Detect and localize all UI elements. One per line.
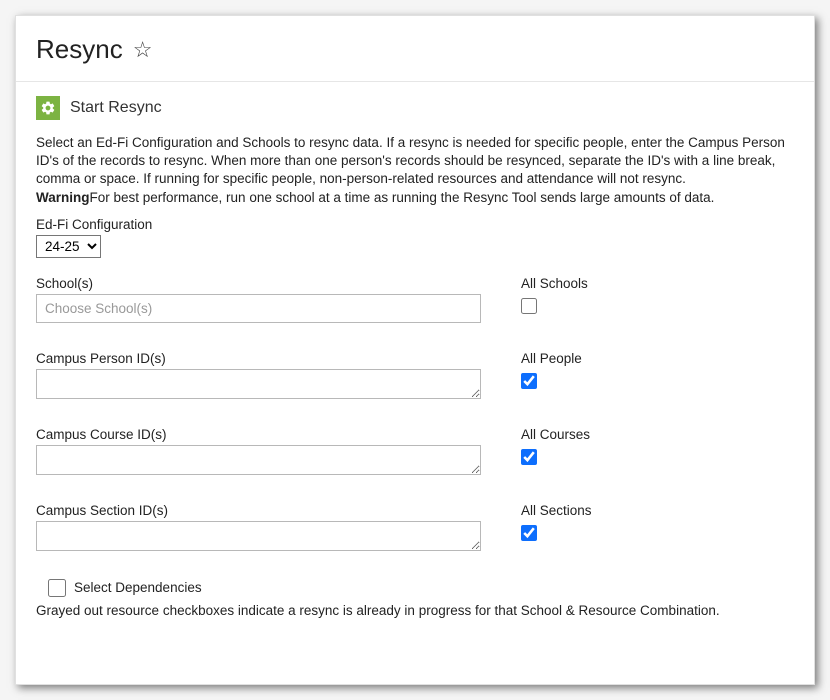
section-label: Campus Section ID(s) bbox=[36, 503, 481, 518]
dependencies-row: Select Dependencies bbox=[48, 579, 794, 597]
person-label: Campus Person ID(s) bbox=[36, 351, 481, 366]
schools-label: School(s) bbox=[36, 276, 481, 291]
description-plain: Select an Ed-Fi Configuration and School… bbox=[36, 135, 785, 186]
warning-label: Warning bbox=[36, 190, 90, 205]
all-schools-label: All Schools bbox=[521, 276, 588, 291]
all-courses-checkbox[interactable] bbox=[521, 449, 537, 465]
section-id-input[interactable] bbox=[36, 521, 481, 551]
edfi-config-select[interactable]: 24-25 bbox=[36, 235, 101, 258]
schools-input[interactable] bbox=[36, 294, 481, 323]
title-bar: Resync ☆ bbox=[16, 16, 814, 82]
course-id-input[interactable] bbox=[36, 445, 481, 475]
star-icon[interactable]: ☆ bbox=[133, 37, 153, 63]
content-area: Start Resync Select an Ed-Fi Configurati… bbox=[16, 82, 814, 638]
person-row: Campus Person ID(s) All People bbox=[36, 351, 794, 399]
all-sections-checkbox[interactable] bbox=[521, 525, 537, 541]
config-row: Ed-Fi Configuration 24-25 bbox=[36, 217, 794, 258]
dependencies-label: Select Dependencies bbox=[74, 580, 202, 595]
all-people-checkbox[interactable] bbox=[521, 373, 537, 389]
section-header: Start Resync bbox=[36, 96, 794, 120]
config-label: Ed-Fi Configuration bbox=[36, 217, 794, 232]
footer-note: Grayed out resource checkboxes indicate … bbox=[36, 603, 794, 618]
course-label: Campus Course ID(s) bbox=[36, 427, 481, 442]
all-courses-label: All Courses bbox=[521, 427, 590, 442]
course-row: Campus Course ID(s) All Courses bbox=[36, 427, 794, 475]
select-dependencies-checkbox[interactable] bbox=[48, 579, 66, 597]
gear-icon bbox=[36, 96, 60, 120]
schools-row: School(s) All Schools bbox=[36, 276, 794, 323]
all-schools-checkbox[interactable] bbox=[521, 298, 537, 314]
warning-text: For best performance, run one school at … bbox=[90, 190, 715, 205]
all-people-label: All People bbox=[521, 351, 582, 366]
all-sections-label: All Sections bbox=[521, 503, 592, 518]
section-title: Start Resync bbox=[70, 99, 162, 117]
resync-window: Resync ☆ Start Resync Select an Ed-Fi Co… bbox=[15, 15, 815, 685]
description-text: Select an Ed-Fi Configuration and School… bbox=[36, 134, 794, 207]
person-id-input[interactable] bbox=[36, 369, 481, 399]
section-row: Campus Section ID(s) All Sections bbox=[36, 503, 794, 551]
page-title: Resync bbox=[36, 34, 123, 65]
